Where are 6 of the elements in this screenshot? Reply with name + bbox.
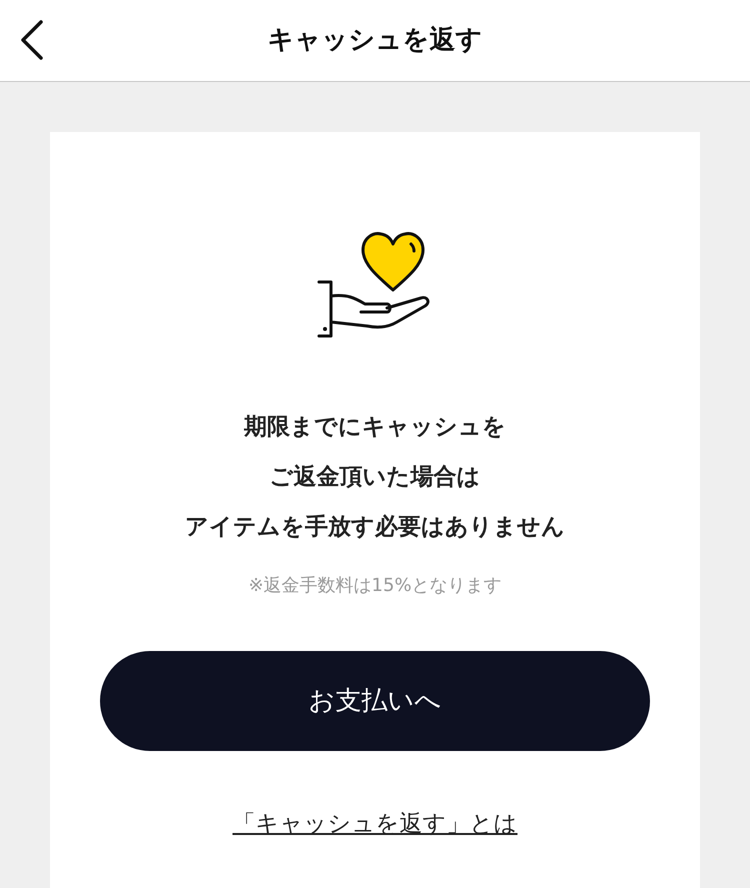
back-icon [20, 20, 44, 60]
message-text: 期限までにキャッシュを ご返金頂いた場合は アイテムを手放す必要はありません [185, 413, 565, 542]
page-title: キャッシュを返す [268, 24, 482, 57]
help-link[interactable]: 「キャッシュを返す」とは [232, 807, 518, 842]
payment-button[interactable]: お支払いへ [100, 651, 650, 751]
fee-note: ※返金手数料は15%となります [248, 574, 502, 598]
